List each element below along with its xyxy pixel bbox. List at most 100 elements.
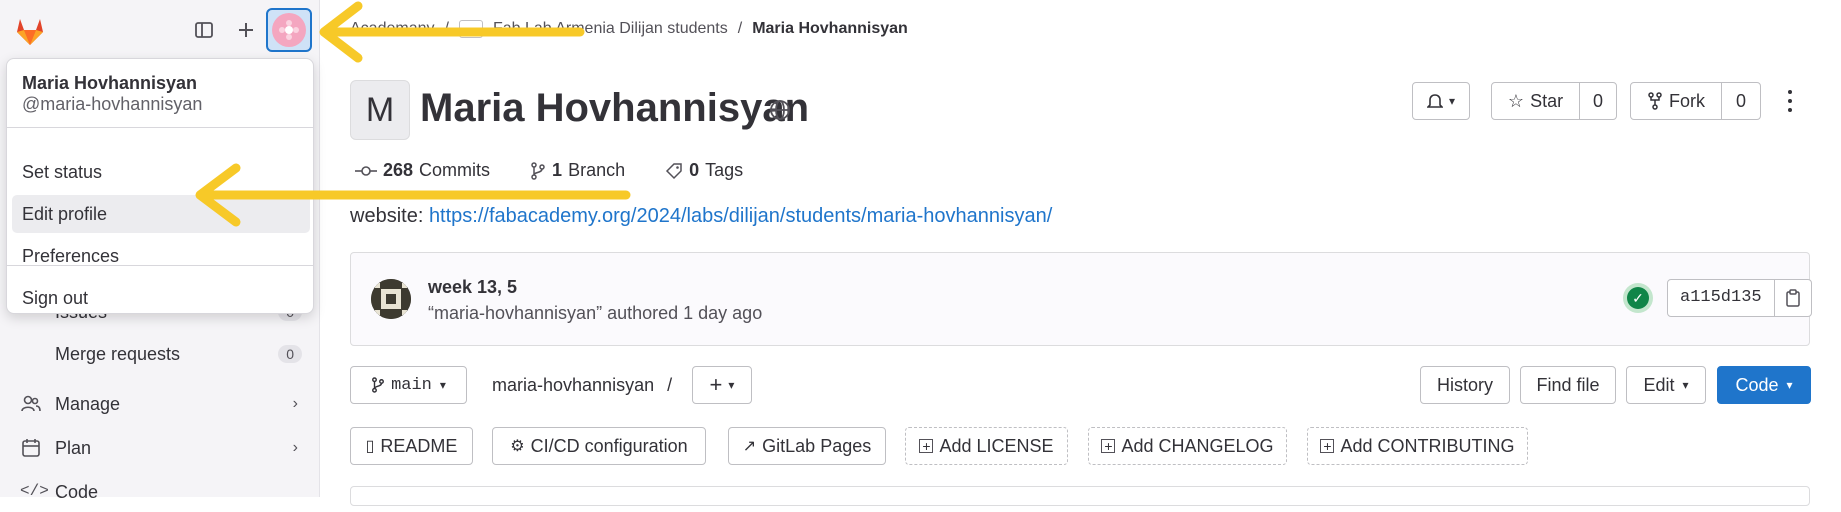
chevron-down-icon: ▾ bbox=[728, 378, 735, 392]
fork-count[interactable]: 0 bbox=[1721, 82, 1761, 120]
fork-label: Fork bbox=[1669, 90, 1705, 111]
breadcrumb-separator: / bbox=[737, 20, 743, 37]
plus-icon bbox=[239, 23, 253, 37]
copy-sha-button[interactable] bbox=[1775, 280, 1811, 316]
website-label: website: bbox=[350, 205, 424, 227]
commits-label: Commits bbox=[419, 160, 491, 180]
branch-icon bbox=[531, 161, 545, 180]
globe-icon bbox=[770, 100, 790, 120]
shortcut-label: Add CONTRIBUTING bbox=[1340, 435, 1515, 456]
last-commit-panel: week 13, 5 “maria-hovhannisyan” authored… bbox=[350, 252, 1812, 346]
divider bbox=[7, 265, 313, 266]
avatar bbox=[272, 13, 306, 47]
chevron-right-icon: › bbox=[292, 439, 298, 456]
user-menu-name[interactable]: Maria Hovhannisyan bbox=[22, 73, 197, 94]
code-icon: </> bbox=[20, 482, 49, 500]
shortcut-label: Add CHANGELOG bbox=[1121, 435, 1274, 456]
project-description: website: https://fabacademy.org/2024/lab… bbox=[350, 205, 1052, 228]
sidebar-item-code[interactable]: </> Code bbox=[0, 472, 320, 512]
chevron-down-icon: ▾ bbox=[1682, 378, 1689, 392]
code-button[interactable]: Code ▾ bbox=[1717, 366, 1811, 404]
shortcut-label: CI/CD configuration bbox=[530, 435, 688, 456]
repo-path: maria-hovhannisyan / bbox=[492, 375, 672, 396]
sign-out-item[interactable]: Sign out bbox=[12, 279, 310, 317]
sidebar-item-label: Plan bbox=[55, 437, 92, 458]
plus-square-icon: + bbox=[1101, 438, 1116, 454]
plus-square-icon: + bbox=[919, 438, 934, 454]
gitlab-logo-icon[interactable] bbox=[12, 12, 48, 48]
sidebar-item-plan[interactable]: Plan › bbox=[0, 428, 320, 468]
breadcrumb-separator: / bbox=[444, 20, 449, 37]
breadcrumb-item[interactable]: Academany bbox=[350, 20, 435, 38]
user-menu-username[interactable]: @maria-hovhannisyan bbox=[22, 94, 202, 115]
page-title: Maria Hovhannisyan bbox=[420, 86, 810, 130]
history-button[interactable]: History bbox=[1420, 366, 1510, 404]
readme-panel bbox=[350, 486, 1810, 506]
tags-link[interactable]: 0 Tags bbox=[665, 160, 743, 181]
preferences-item[interactable]: Preferences bbox=[12, 237, 310, 275]
fork-icon bbox=[1648, 92, 1662, 110]
breadcrumb-item[interactable]: Fab Lab Armenia Dilijan students bbox=[493, 20, 728, 38]
commit-author-line: “maria-hovhannisyan” authored 1 day ago bbox=[428, 303, 763, 323]
add-contributing-button[interactable]: + Add CONTRIBUTING bbox=[1307, 427, 1528, 465]
commit-author-avatar[interactable] bbox=[371, 279, 411, 319]
find-file-button[interactable]: Find file bbox=[1520, 366, 1616, 404]
add-changelog-button[interactable]: + Add CHANGELOG bbox=[1088, 427, 1287, 465]
plus-icon: + bbox=[709, 372, 723, 397]
tags-count: 0 bbox=[689, 160, 700, 180]
main-content: Academany / Fab Lab Armenia Dilijan stud… bbox=[320, 0, 1841, 506]
create-new-button[interactable] bbox=[230, 14, 262, 46]
add-to-tree-button[interactable]: + ▾ bbox=[692, 366, 752, 404]
branch-icon bbox=[372, 377, 385, 393]
commit-icon bbox=[355, 165, 377, 176]
sidebar-item-merge-requests[interactable]: Merge requests 0 bbox=[0, 334, 320, 374]
add-license-button[interactable]: + Add LICENSE bbox=[905, 427, 1068, 465]
project-stats: 268 Commits 1 Branch 0 Tags bbox=[355, 160, 743, 181]
notifications-button[interactable]: ▾ bbox=[1412, 82, 1470, 120]
star-icon: ☆ bbox=[1507, 90, 1525, 111]
commits-link[interactable]: 268 Commits bbox=[355, 160, 490, 181]
readme-button[interactable]: ▯ README bbox=[350, 427, 473, 465]
user-avatar-button[interactable] bbox=[266, 8, 312, 52]
commits-count: 268 bbox=[383, 160, 414, 180]
commit-title[interactable]: week 13, 5 bbox=[428, 277, 517, 298]
chevron-down-icon: ▾ bbox=[1448, 94, 1456, 108]
branch-selector[interactable]: main ▾ bbox=[350, 366, 467, 404]
user-menu-dropdown: Maria Hovhannisyan @maria-hovhannisyan S… bbox=[6, 58, 314, 314]
more-actions-button[interactable] bbox=[1778, 88, 1802, 114]
star-button[interactable]: ☆ Star bbox=[1491, 82, 1580, 120]
commit-sha[interactable]: a115d135 bbox=[1668, 280, 1775, 316]
edit-profile-item[interactable]: Edit profile bbox=[12, 195, 310, 233]
branch-label: Branch bbox=[568, 160, 626, 180]
sidebar-item-label: Manage bbox=[55, 393, 121, 414]
chevron-down-icon: ▾ bbox=[439, 378, 446, 392]
file-icon: ▯ bbox=[365, 438, 375, 455]
cicd-configuration-button[interactable]: ⚙ CI/CD configuration bbox=[492, 427, 706, 465]
set-status-item[interactable]: Set status bbox=[12, 153, 310, 191]
breadcrumb: Academany / Fab Lab Armenia Dilijan stud… bbox=[350, 20, 908, 38]
toggle-sidebar-button[interactable] bbox=[188, 14, 220, 46]
group-avatar-icon bbox=[458, 20, 483, 38]
breadcrumb-current[interactable]: Maria Hovhannisyan bbox=[752, 20, 908, 38]
chevron-down-icon: ▾ bbox=[1786, 378, 1793, 392]
project-avatar: M bbox=[350, 80, 410, 140]
flower-avatar-icon bbox=[279, 20, 299, 40]
pipeline-status[interactable]: ✓ bbox=[1623, 283, 1653, 313]
kebab-dot bbox=[1788, 90, 1792, 95]
shortcut-label: README bbox=[380, 435, 458, 456]
external-link-icon: ↗ bbox=[742, 438, 757, 455]
website-link[interactable]: https://fabacademy.org/2024/labs/dilijan… bbox=[429, 205, 1052, 227]
gitlab-pages-button[interactable]: ↗ GitLab Pages bbox=[728, 427, 886, 465]
sidebar-item-label: Merge requests bbox=[55, 343, 181, 364]
star-label: Star bbox=[1530, 90, 1564, 111]
sidebar-item-manage[interactable]: Manage › bbox=[0, 384, 320, 424]
rocket-icon: ⚙ bbox=[510, 438, 525, 455]
shortcut-label: Add LICENSE bbox=[939, 435, 1054, 456]
code-label: Code bbox=[1735, 374, 1779, 395]
fork-button[interactable]: Fork bbox=[1630, 82, 1722, 120]
star-count[interactable]: 0 bbox=[1579, 82, 1617, 120]
branches-link[interactable]: 1 Branch bbox=[530, 160, 625, 181]
edit-button[interactable]: Edit ▾ bbox=[1626, 366, 1706, 404]
repo-path-root[interactable]: maria-hovhannisyan bbox=[492, 375, 654, 395]
kebab-dot bbox=[1788, 107, 1792, 112]
